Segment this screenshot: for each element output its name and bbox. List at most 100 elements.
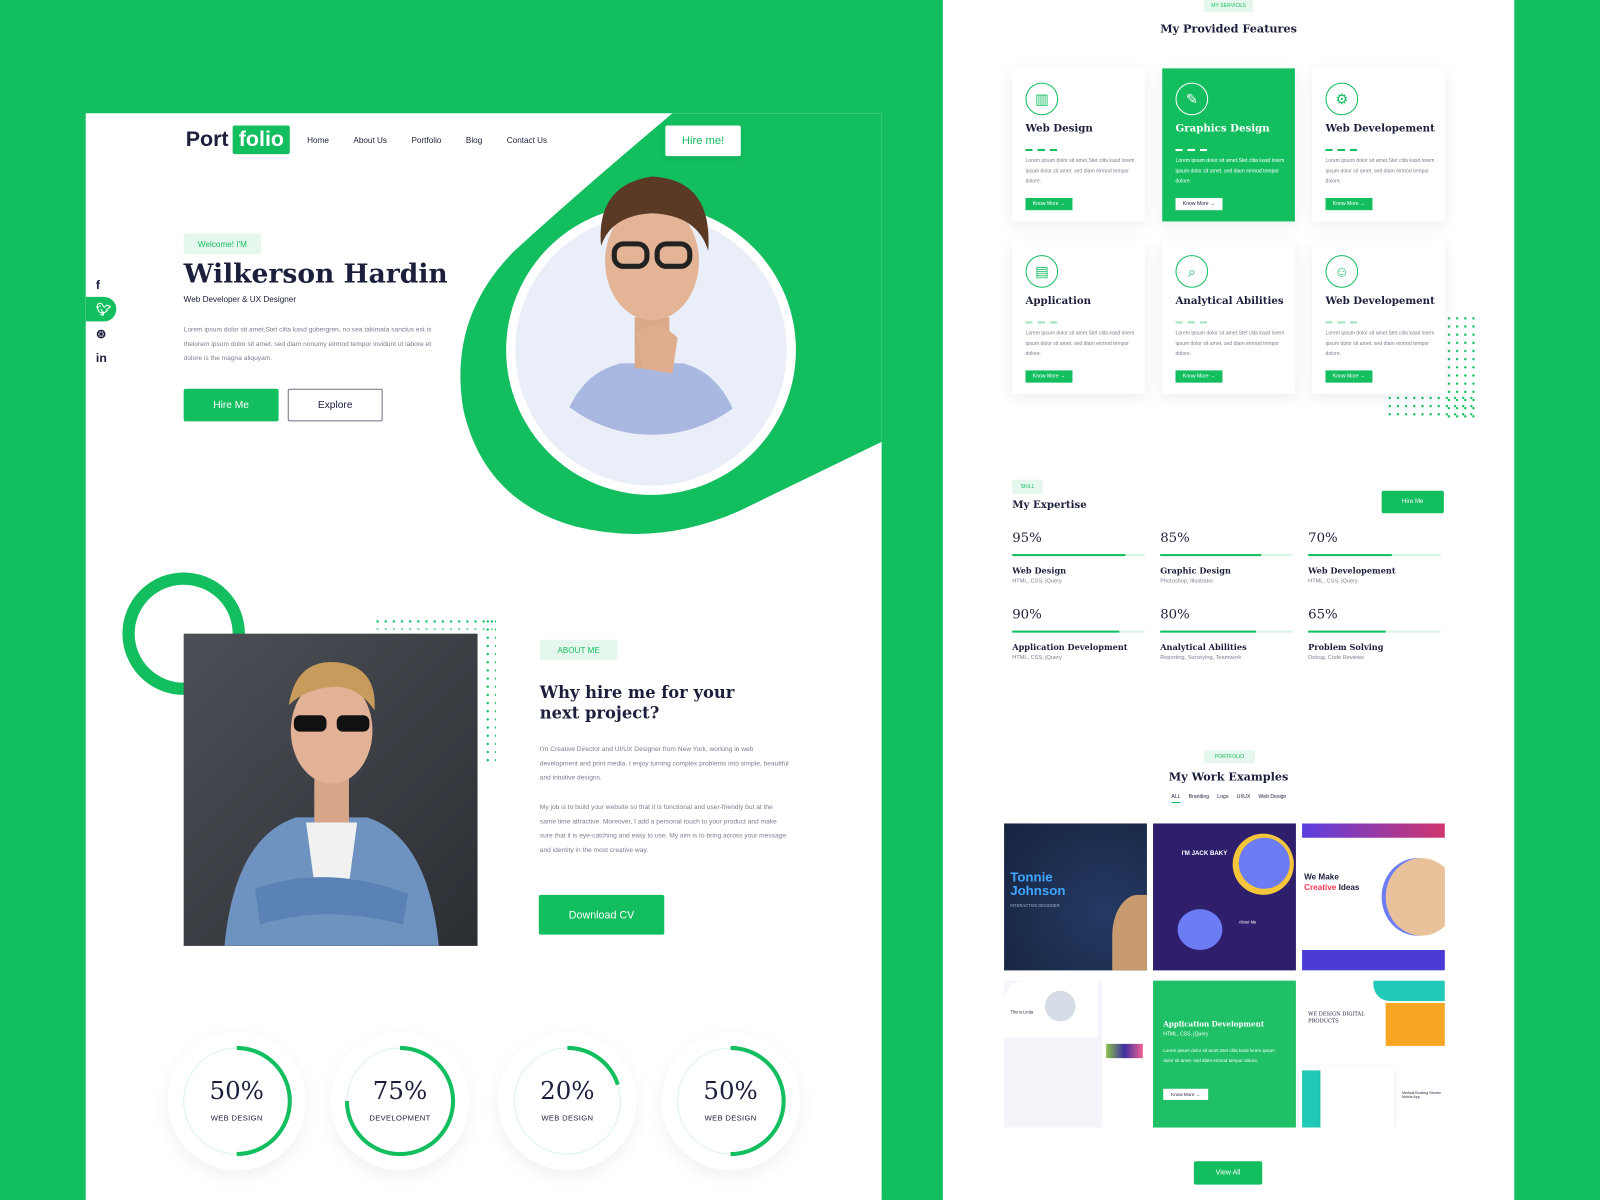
dash-divider bbox=[1025, 321, 1059, 324]
portfolio-item[interactable]: WE DESIGN DIGITAL PRODUCTS Medical Booki… bbox=[1302, 980, 1445, 1128]
service-card-description: Lorem ipsum dolor sit amet.Stet clita ka… bbox=[1325, 330, 1435, 358]
skill-tools: Photoshop, Illustrator bbox=[1160, 578, 1214, 585]
portfolio-item[interactable]: This is Linda bbox=[1004, 980, 1147, 1128]
skill-name: Application Development bbox=[1012, 641, 1128, 653]
skill-tools: HTML, CSS, jQuery bbox=[1012, 655, 1062, 662]
nav-home[interactable]: Home bbox=[307, 136, 329, 145]
dash-divider bbox=[1325, 321, 1359, 324]
hire-me-button[interactable]: Hire Me bbox=[183, 388, 279, 422]
dot-pattern bbox=[483, 617, 496, 763]
linkedin-icon[interactable]: in bbox=[86, 346, 117, 370]
skill-progress-fill bbox=[1012, 630, 1120, 633]
service-card-title: Web Developement bbox=[1325, 123, 1435, 135]
service-card[interactable]: ▤ Application Lorem ipsum dolor sit amet.S… bbox=[1012, 240, 1145, 394]
service-card-title: Analytical Abilities bbox=[1175, 295, 1284, 308]
dash-divider bbox=[1325, 148, 1359, 152]
about-photo bbox=[183, 633, 478, 946]
know-more-button[interactable]: Know More → bbox=[1325, 197, 1373, 211]
skill-progress-bar bbox=[1012, 630, 1145, 633]
skill-progress-bar bbox=[1308, 554, 1441, 557]
service-card-description: Lorem ipsum dolor sit amet.Stet clita ka… bbox=[1175, 330, 1285, 358]
service-card-description: Lorem ipsum dolor sit amet.Stet clita ka… bbox=[1175, 158, 1285, 185]
filter-all[interactable]: ALL bbox=[1171, 794, 1181, 804]
portfolio-item[interactable]: Application Development HTML, CSS, jQuer… bbox=[1153, 980, 1296, 1128]
skill-tools: Debug, Code Reviews bbox=[1308, 655, 1365, 662]
explore-button[interactable]: Explore bbox=[287, 388, 383, 422]
skill-percent: 95% bbox=[1012, 530, 1042, 546]
skill-circle-value: 75% bbox=[372, 1076, 428, 1106]
skill-item: 85% Graphic Design Photoshop, Illustrator bbox=[1160, 531, 1293, 585]
skill-percent: 65% bbox=[1308, 607, 1338, 623]
service-card[interactable]: ▥ Web Design Lorem ipsum dolor sit amet.St… bbox=[1012, 68, 1145, 222]
skill-item: 70% Web Developement HTML, CSS, jQuery bbox=[1308, 531, 1441, 585]
skill-progress-bar bbox=[1012, 554, 1145, 557]
view-all-button[interactable]: View All bbox=[1193, 1161, 1263, 1185]
skill-item: 95% Web Design HTML, CSS, jQuery bbox=[1012, 531, 1145, 585]
dot-pattern bbox=[373, 617, 496, 630]
logo[interactable]: Port folio bbox=[186, 125, 291, 155]
skill-name: Web Design bbox=[1012, 565, 1067, 576]
services-page-preview: MY SERVICES My Provided Features ▥ Web De… bbox=[942, 0, 1515, 1200]
my-services-tag: MY SERVICES bbox=[1204, 0, 1254, 13]
monitor-chart-icon: ▥ bbox=[1025, 82, 1059, 116]
portfolio-item[interactable]: Tonnie Johnson INTERACTIVE DESIGNER bbox=[1004, 823, 1147, 971]
facebook-icon[interactable]: f bbox=[86, 272, 117, 296]
about-paragraph-1: I'm Creative Director and UI/UX Designer… bbox=[539, 745, 789, 782]
analytics-search-icon: ⌕ bbox=[1175, 255, 1209, 288]
skill-progress-bar bbox=[1160, 554, 1293, 557]
skill-circle-label: DEVELOPMENT bbox=[369, 1113, 431, 1123]
skill-name: Graphic Design bbox=[1160, 565, 1231, 576]
dash-divider bbox=[1175, 321, 1209, 324]
filter-logo[interactable]: Logo bbox=[1217, 794, 1228, 803]
about-me-tag: ABOUT ME bbox=[539, 639, 618, 661]
monitor-gear-icon: ⚙ bbox=[1325, 82, 1359, 116]
main-nav: Home About Us Portfolio Blog Contact Us bbox=[307, 136, 571, 145]
download-cv-button[interactable]: Download CV bbox=[538, 894, 665, 935]
skill-circle: 20% WEB DESIGN bbox=[497, 1031, 637, 1171]
nav-contact-us[interactable]: Contact Us bbox=[507, 136, 547, 145]
twitter-icon[interactable]: 🐦︎ bbox=[85, 296, 117, 322]
skill-tag: SKILL bbox=[1012, 479, 1043, 494]
social-links: f 🐦︎ ⊛ in bbox=[85, 272, 117, 370]
dash-divider bbox=[1175, 148, 1209, 152]
skill-percent: 80% bbox=[1160, 607, 1190, 623]
stage: Port folio Home About Us Portfolio Blog … bbox=[0, 0, 1600, 1200]
about-paragraph-2: My job is to build your website so that … bbox=[539, 804, 787, 855]
know-more-button[interactable]: Know More → bbox=[1025, 370, 1073, 383]
skill-item: 80% Analytical Abilities Reporting, Survey… bbox=[1160, 607, 1293, 661]
welcome-tag: Welcome! I'M bbox=[183, 233, 262, 255]
know-more-button[interactable]: Know More → bbox=[1325, 370, 1373, 383]
service-card-description: Lorem ipsum dolor sit amet.Stet clita ka… bbox=[1325, 158, 1435, 185]
skill-progress-bar bbox=[1160, 630, 1293, 633]
portfolio-item[interactable]: We Make Creative Ideas bbox=[1302, 823, 1445, 971]
service-card[interactable]: ✎ Graphics Design Lorem ipsum dolor sit am… bbox=[1162, 68, 1295, 222]
know-more-button[interactable]: Know More → bbox=[1025, 197, 1073, 211]
filter-web-design[interactable]: Web Design bbox=[1259, 794, 1287, 803]
service-card[interactable]: ☺ Web Developement Lorem ipsum dolor sit a… bbox=[1312, 240, 1445, 394]
skill-percent: 85% bbox=[1160, 530, 1190, 546]
skill-progress-fill bbox=[1012, 554, 1126, 557]
services-title: My Provided Features bbox=[1160, 22, 1297, 36]
service-card-description: Lorem ipsum dolor sit amet.Stet clita ka… bbox=[1025, 330, 1135, 358]
expertise-hire-me-button[interactable]: Hire Me bbox=[1381, 490, 1444, 514]
skill-circle: 75% DEVELOPMENT bbox=[330, 1031, 470, 1171]
nav-about-us[interactable]: About Us bbox=[353, 136, 387, 145]
filter-ui-ux[interactable]: UI/UX bbox=[1237, 794, 1251, 803]
dribbble-icon[interactable]: ⊛ bbox=[86, 321, 117, 345]
skill-progress-fill bbox=[1160, 554, 1262, 557]
know-more-button[interactable]: Know More → bbox=[1175, 370, 1223, 383]
filter-branding[interactable]: Branding bbox=[1189, 794, 1209, 803]
portfolio-tag: PORTFOLIO bbox=[1204, 749, 1256, 764]
hero-portrait bbox=[555, 176, 749, 435]
portfolio-filters: ALL Branding Logo UI/UX Web Design bbox=[1171, 794, 1287, 804]
nav-portfolio[interactable]: Portfolio bbox=[411, 136, 441, 145]
service-card-title: Web Design bbox=[1025, 123, 1093, 135]
portfolio-item[interactable]: I'M JACK BAKY About Me bbox=[1153, 823, 1296, 971]
nav-blog[interactable]: Blog bbox=[466, 136, 482, 145]
service-card[interactable]: ⌕ Analytical Abilities Lorem ipsum dolor s… bbox=[1162, 240, 1295, 394]
service-card[interactable]: ⚙ Web Developement Lorem ipsum dolor sit a… bbox=[1312, 68, 1445, 222]
hire-me-header-button[interactable]: Hire me! bbox=[665, 125, 741, 157]
monitor-app-icon: ▤ bbox=[1025, 255, 1059, 288]
service-card-title: Web Developement bbox=[1325, 295, 1435, 308]
know-more-button[interactable]: Know More → bbox=[1175, 197, 1223, 211]
